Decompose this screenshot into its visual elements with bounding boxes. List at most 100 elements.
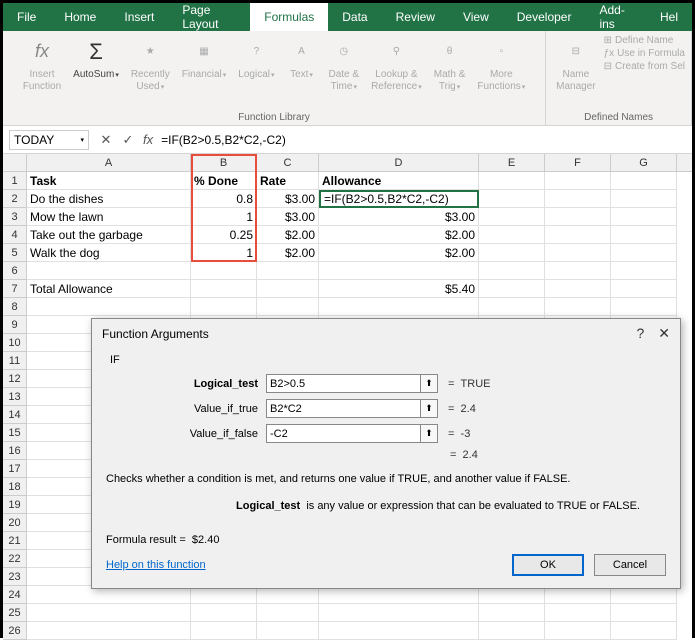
cell-G5[interactable] <box>611 244 677 262</box>
cell-E25[interactable] <box>479 604 545 622</box>
cell-A5[interactable]: Walk the dog <box>27 244 191 262</box>
math-button[interactable]: θ Math & Trig▾ <box>430 35 470 95</box>
fx-icon[interactable]: fx <box>139 132 157 147</box>
row-header[interactable]: 8 <box>3 298 27 316</box>
cell-A26[interactable] <box>27 622 191 640</box>
use-formula-button[interactable]: ƒxUse in Formula <box>604 48 685 59</box>
cell-A8[interactable] <box>27 298 191 316</box>
row-header[interactable]: 1 <box>3 172 27 190</box>
cell-G7[interactable] <box>611 280 677 298</box>
cell-E3[interactable] <box>479 208 545 226</box>
row-header[interactable]: 10 <box>3 334 27 352</box>
col-header-E[interactable]: E <box>479 154 545 171</box>
row-header[interactable]: 20 <box>3 514 27 532</box>
row-header[interactable]: 23 <box>3 568 27 586</box>
tab-page-layout[interactable]: Page Layout <box>168 3 250 31</box>
collapse-button[interactable]: ⬆ <box>420 424 438 443</box>
logical-button[interactable]: ? Logical▾ <box>234 35 278 83</box>
arg-input-value_if_true[interactable] <box>266 399 421 418</box>
row-header[interactable]: 11 <box>3 352 27 370</box>
row-header[interactable]: 24 <box>3 586 27 604</box>
select-all-corner[interactable] <box>3 154 27 171</box>
ok-button[interactable]: OK <box>512 554 584 576</box>
formula-input[interactable] <box>157 130 692 150</box>
cell-E2[interactable] <box>479 190 545 208</box>
cell-F1[interactable] <box>545 172 611 190</box>
tab-view[interactable]: View <box>449 3 503 31</box>
cell-B25[interactable] <box>191 604 257 622</box>
cell-D6[interactable] <box>319 262 479 280</box>
tab-hel[interactable]: Hel <box>646 3 692 31</box>
close-button[interactable]: ✕ <box>658 325 670 342</box>
cell-G3[interactable] <box>611 208 677 226</box>
cell-E7[interactable] <box>479 280 545 298</box>
cell-D7[interactable]: $5.40 <box>319 280 479 298</box>
cell-E1[interactable] <box>479 172 545 190</box>
cell-F4[interactable] <box>545 226 611 244</box>
cell-G2[interactable] <box>611 190 677 208</box>
tab-formulas[interactable]: Formulas <box>250 3 328 31</box>
row-header[interactable]: 22 <box>3 550 27 568</box>
recently-used-button[interactable]: ★ Recently Used▾ <box>127 35 174 95</box>
row-header[interactable]: 16 <box>3 442 27 460</box>
row-header[interactable]: 26 <box>3 622 27 640</box>
cell-A25[interactable] <box>27 604 191 622</box>
cell-F6[interactable] <box>545 262 611 280</box>
cell-C8[interactable] <box>257 298 319 316</box>
name-box[interactable]: TODAY ▾ <box>9 130 89 150</box>
tab-data[interactable]: Data <box>328 3 381 31</box>
tab-review[interactable]: Review <box>382 3 449 31</box>
collapse-button[interactable]: ⬆ <box>420 399 438 418</box>
row-header[interactable]: 14 <box>3 406 27 424</box>
col-header-F[interactable]: F <box>545 154 611 171</box>
cell-B4[interactable]: 0.25 <box>191 226 257 244</box>
create-selection-button[interactable]: ⊟Create from Sel <box>604 61 685 72</box>
chevron-down-icon[interactable]: ▾ <box>80 136 84 144</box>
cell-B5[interactable]: 1 <box>191 244 257 262</box>
cell-A6[interactable] <box>27 262 191 280</box>
cell-A3[interactable]: Mow the lawn <box>27 208 191 226</box>
cell-F7[interactable] <box>545 280 611 298</box>
enter-formula-button[interactable]: ✓ <box>117 132 139 148</box>
row-header[interactable]: 12 <box>3 370 27 388</box>
cell-F8[interactable] <box>545 298 611 316</box>
cell-B8[interactable] <box>191 298 257 316</box>
cell-C26[interactable] <box>257 622 319 640</box>
more-functions-button[interactable]: ▫ More Functions▾ <box>473 35 529 95</box>
name-manager-button[interactable]: ⊟ Name Manager <box>552 35 599 95</box>
define-name-button[interactable]: ⊞Define Name <box>604 35 685 46</box>
cell-D4[interactable]: $2.00 <box>319 226 479 244</box>
cell-D1[interactable]: Allowance <box>319 172 479 190</box>
cell-C4[interactable]: $2.00 <box>257 226 319 244</box>
cell-C1[interactable]: Rate <box>257 172 319 190</box>
row-header[interactable]: 5 <box>3 244 27 262</box>
cell-A1[interactable]: Task <box>27 172 191 190</box>
cell-E5[interactable] <box>479 244 545 262</box>
cell-G4[interactable] <box>611 226 677 244</box>
cell-D26[interactable] <box>319 622 479 640</box>
cell-A2[interactable]: Do the dishes <box>27 190 191 208</box>
cell-B1[interactable]: % Done <box>191 172 257 190</box>
cell-B6[interactable] <box>191 262 257 280</box>
col-header-C[interactable]: C <box>257 154 319 171</box>
cell-B26[interactable] <box>191 622 257 640</box>
cell-C5[interactable]: $2.00 <box>257 244 319 262</box>
col-header-D[interactable]: D <box>319 154 479 171</box>
lookup-button[interactable]: ⚲ Lookup & Reference▾ <box>367 35 426 95</box>
cell-G1[interactable] <box>611 172 677 190</box>
arg-input-value_if_false[interactable] <box>266 424 421 443</box>
cell-D25[interactable] <box>319 604 479 622</box>
tab-file[interactable]: File <box>3 3 50 31</box>
cell-F26[interactable] <box>545 622 611 640</box>
cell-G8[interactable] <box>611 298 677 316</box>
cell-C3[interactable]: $3.00 <box>257 208 319 226</box>
cell-G25[interactable] <box>611 604 677 622</box>
cell-C2[interactable]: $3.00 <box>257 190 319 208</box>
cell-E6[interactable] <box>479 262 545 280</box>
row-header[interactable]: 2 <box>3 190 27 208</box>
row-header[interactable]: 6 <box>3 262 27 280</box>
cell-G6[interactable] <box>611 262 677 280</box>
row-header[interactable]: 4 <box>3 226 27 244</box>
financial-button[interactable]: ▦ Financial▾ <box>178 35 231 83</box>
arg-input-logical_test[interactable] <box>266 374 421 393</box>
